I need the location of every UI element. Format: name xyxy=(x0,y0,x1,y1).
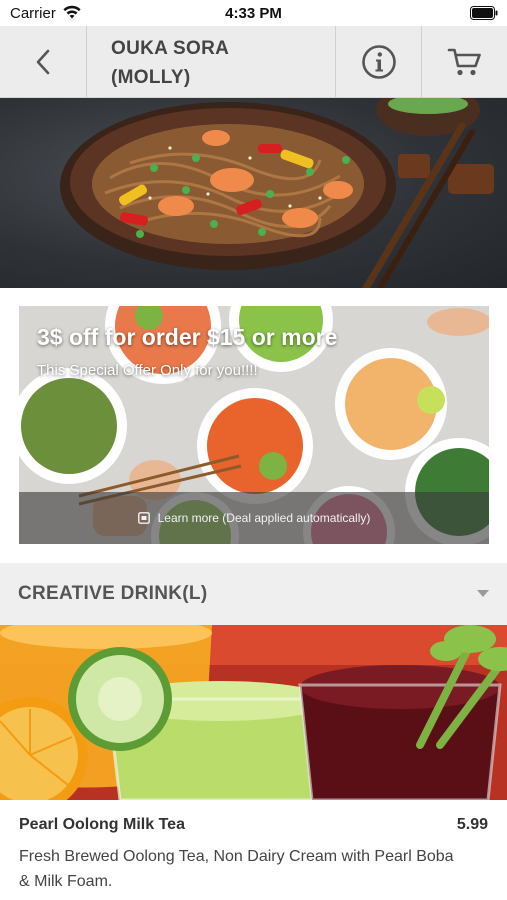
tag-icon xyxy=(137,512,150,524)
restaurant-subname: (MOLLY) xyxy=(111,67,191,88)
category-title: CREATIVE DRINK(L) xyxy=(18,583,208,604)
promo-subtitle: This Special Offer Only for you!!!! xyxy=(37,362,258,379)
promo-title: 3$ off for order $15 or more xyxy=(37,324,338,350)
menu-item-description: Fresh Brewed Oolong Tea, Non Dairy Cream… xyxy=(19,848,454,890)
info-icon xyxy=(362,45,396,79)
status-bar: Carrier 4:33 PM xyxy=(0,0,507,26)
info-button[interactable] xyxy=(337,26,422,98)
promo-banner[interactable]: 3$ off for order $15 or more This Specia… xyxy=(19,306,489,544)
back-button[interactable] xyxy=(0,26,87,98)
menu-item-price: 5.99 xyxy=(456,816,488,833)
restaurant-hero-image xyxy=(0,98,507,288)
menu-item-name: Pearl Oolong Milk Tea xyxy=(19,816,185,833)
restaurant-name: OUKA SORA xyxy=(111,38,230,59)
chevron-down-icon xyxy=(477,590,489,597)
category-image xyxy=(0,625,507,800)
restaurant-title: OUKA SORA (MOLLY) xyxy=(88,26,336,98)
navigation-bar: OUKA SORA (MOLLY) xyxy=(0,26,507,98)
promo-learn-more[interactable]: Learn more (Deal applied automatically) xyxy=(19,492,489,544)
menu-item[interactable]: Pearl Oolong Milk Tea 5.99 Fresh Brewed … xyxy=(0,800,507,900)
chevron-left-icon xyxy=(36,49,50,75)
cart-icon xyxy=(447,48,481,76)
promo-footer-label: Learn more (Deal applied automatically) xyxy=(157,511,371,525)
category-header[interactable]: CREATIVE DRINK(L) xyxy=(0,563,507,625)
clock: 4:33 PM xyxy=(225,5,282,22)
battery-icon xyxy=(470,6,498,20)
cart-button[interactable] xyxy=(423,26,507,98)
